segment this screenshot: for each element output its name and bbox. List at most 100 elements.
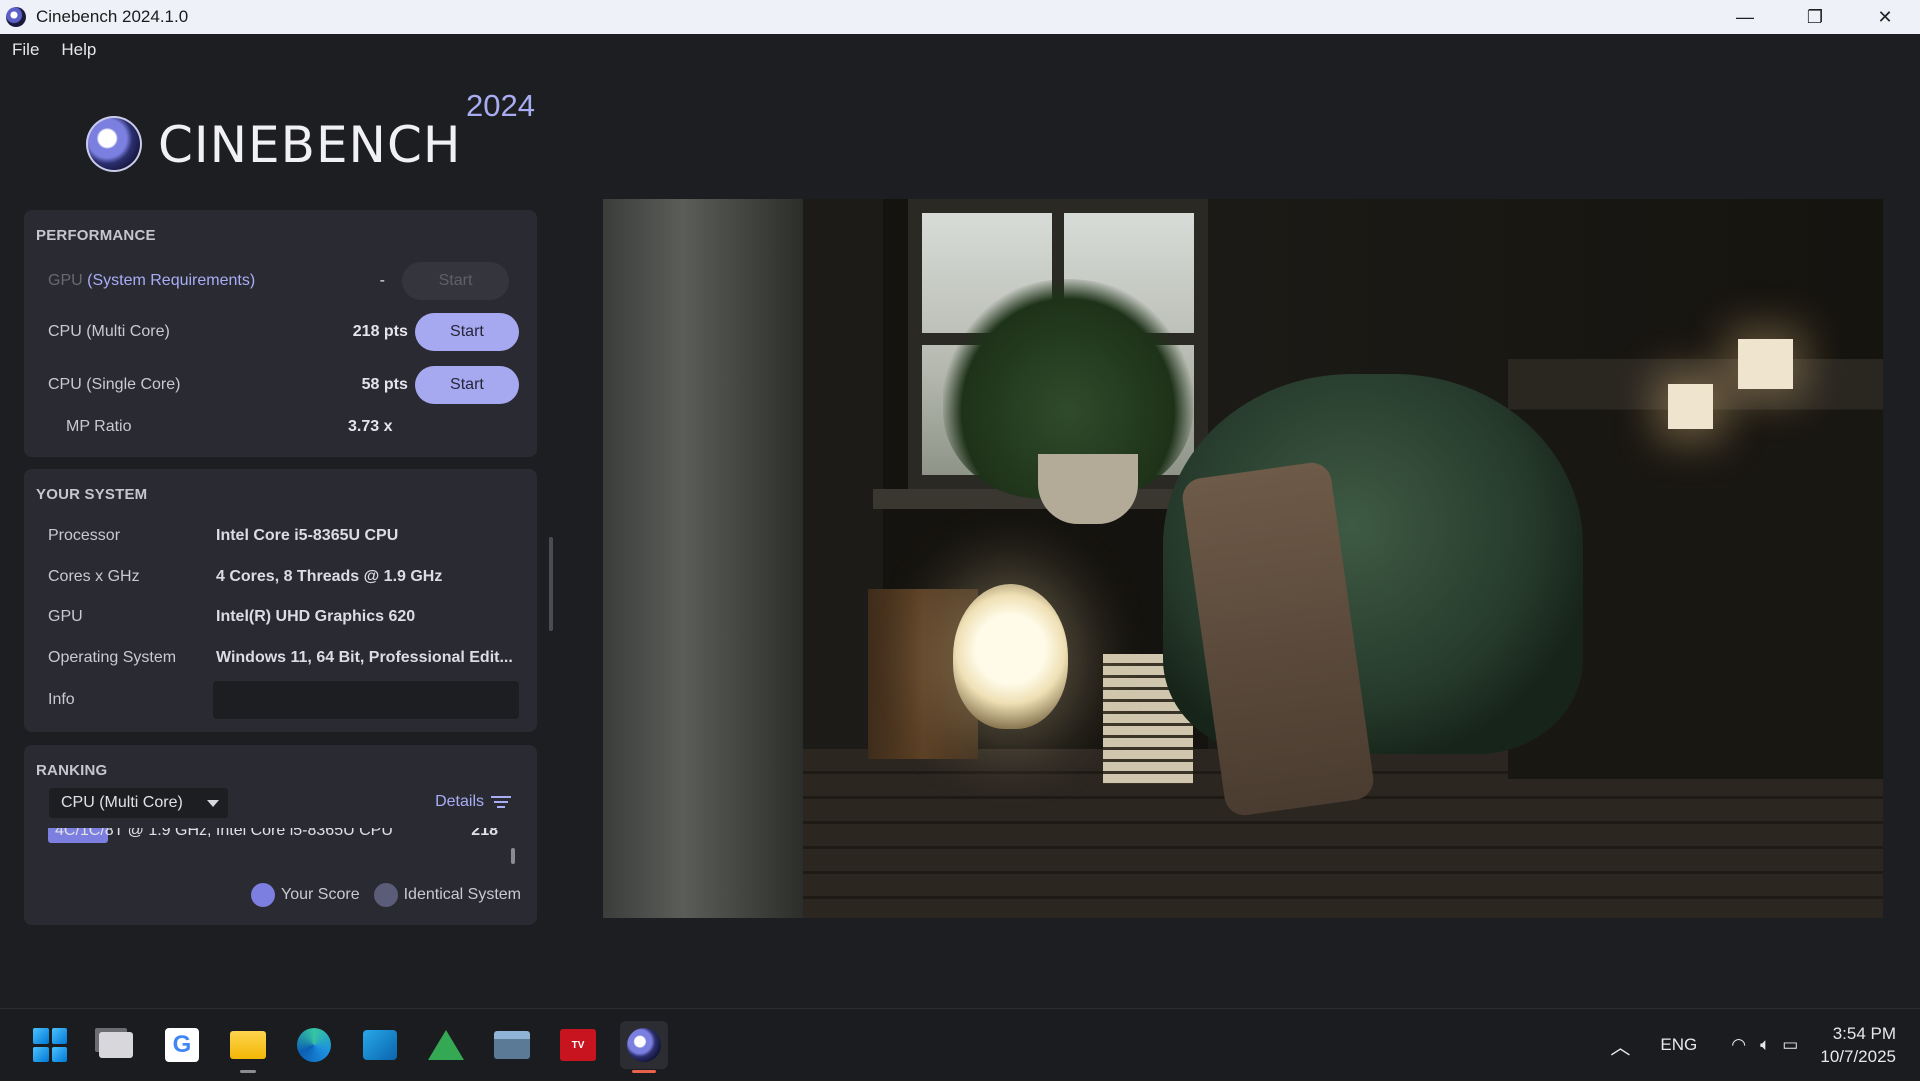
cpu-multi-score: 218 pts bbox=[352, 323, 408, 340]
legend-label: Identical System bbox=[403, 886, 521, 903]
google-icon: G bbox=[165, 1028, 199, 1062]
chevron-down-icon bbox=[207, 800, 219, 807]
ranking-heading: RANKING bbox=[36, 762, 108, 779]
system-row-cores: Cores x GHz 4 Cores, 8 Threads @ 1.9 GHz bbox=[48, 560, 519, 594]
mp-ratio-value: 3.73 x bbox=[348, 418, 393, 435]
entry-prefix: 4C/ bbox=[55, 828, 80, 839]
google-drive-icon bbox=[428, 1030, 464, 1060]
wifi-icon[interactable]: ◠ bbox=[1731, 1035, 1746, 1055]
system-key: Cores x GHz bbox=[48, 568, 140, 585]
keyboard-app-button[interactable] bbox=[488, 1021, 536, 1069]
google-drive-button[interactable] bbox=[422, 1021, 470, 1069]
battery-icon[interactable]: ▭ bbox=[1782, 1035, 1798, 1055]
your-system-heading: YOUR SYSTEM bbox=[36, 486, 148, 503]
logo-year: 2024 bbox=[466, 88, 535, 123]
language-indicator[interactable]: ENG bbox=[1660, 1035, 1697, 1055]
window-controls: — ❐ ✕ bbox=[1710, 0, 1920, 34]
filter-icon bbox=[491, 795, 511, 809]
system-tray: ︿ ENG ◠ 🔈︎ ▭ 3:54 PM 10/7/2025 bbox=[1586, 1009, 1896, 1081]
clock-time: 3:54 PM bbox=[1832, 1024, 1896, 1043]
menu-file[interactable]: File bbox=[12, 40, 39, 60]
your-system-panel: YOUR SYSTEM Processor Intel Core i5-8365… bbox=[24, 469, 537, 732]
cinebench-app-icon bbox=[6, 7, 26, 27]
system-row-gpu: GPU Intel(R) UHD Graphics 620 bbox=[48, 600, 519, 634]
menu-help[interactable]: Help bbox=[61, 40, 96, 60]
task-view-button[interactable] bbox=[92, 1021, 140, 1069]
system-key: Operating System bbox=[48, 649, 177, 666]
entry-text: 1C/8T @ 1.9 GHz, Intel Core i5-8365U CPU bbox=[79, 828, 393, 839]
cpu-single-score: 58 pts bbox=[361, 376, 408, 393]
cpu-single-row: CPU (Single Core) 58 pts Start bbox=[48, 365, 519, 405]
system-row-os: Operating System Windows 11, 64 Bit, Pro… bbox=[48, 641, 519, 675]
ranking-scrollbar[interactable] bbox=[511, 848, 515, 864]
system-row-processor: Processor Intel Core i5-8365U CPU bbox=[48, 519, 519, 553]
cinebench-icon bbox=[627, 1028, 661, 1062]
edge-icon bbox=[297, 1028, 331, 1062]
title-bar: Cinebench 2024.1.0 — ❐ ✕ bbox=[0, 0, 1920, 34]
system-value: 4 Cores, 8 Threads @ 1.9 GHz bbox=[216, 568, 443, 585]
cpu-multi-label: CPU (Multi Core) bbox=[48, 323, 170, 340]
system-row-info: Info bbox=[48, 681, 519, 719]
info-input[interactable] bbox=[212, 681, 519, 719]
system-key: Processor bbox=[48, 527, 121, 544]
sidebar-scrollbar[interactable] bbox=[549, 537, 553, 631]
folder-icon bbox=[230, 1031, 266, 1059]
system-value: Intel Core i5-8365U CPU bbox=[216, 527, 399, 544]
details-label: Details bbox=[435, 793, 484, 810]
cpu-single-label: CPU (Single Core) bbox=[48, 376, 181, 393]
ranking-list[interactable]: 4C/1C/8T @ 1.9 GHz, Intel Core i5-8365U … bbox=[48, 828, 518, 850]
close-button[interactable]: ✕ bbox=[1850, 0, 1920, 34]
chevron-up-icon[interactable]: ︿ bbox=[1610, 1031, 1630, 1060]
entry-score: 218 bbox=[471, 828, 498, 839]
identical-system-dot bbox=[373, 883, 398, 907]
list-item[interactable]: 4C/1C/8T @ 1.9 GHz, Intel Core i5-8365U … bbox=[48, 828, 518, 843]
cinebench-logo: CINEBENCH 2024 bbox=[86, 84, 546, 184]
yacine-tv-button[interactable]: TV bbox=[554, 1021, 602, 1069]
gpu-row: GPU (System Requirements) - Start bbox=[48, 261, 519, 301]
file-explorer-button[interactable] bbox=[224, 1021, 272, 1073]
ranking-mode-dropdown[interactable]: CPU (Multi Core) bbox=[49, 788, 228, 818]
gpu-start-button[interactable]: Start bbox=[402, 262, 509, 300]
mp-ratio-label: MP Ratio bbox=[66, 418, 132, 435]
mp-ratio-row: MP Ratio 3.73 x bbox=[48, 407, 519, 447]
clock-date: 10/7/2025 bbox=[1820, 1047, 1896, 1066]
task-view-icon bbox=[99, 1032, 133, 1058]
legend-label: Your Score bbox=[281, 886, 360, 903]
menu-bar: File Help bbox=[0, 34, 1920, 66]
performance-heading: PERFORMANCE bbox=[36, 227, 156, 244]
start-button[interactable] bbox=[26, 1021, 74, 1069]
cpu-multi-start-button[interactable]: Start bbox=[414, 313, 519, 351]
cinebench-logo-sphere bbox=[86, 116, 142, 172]
taskbar: G TV ︿ ENG ◠ 🔈︎ ▭ 3:54 PM 10/7/2025 bbox=[0, 1008, 1920, 1080]
minimize-button[interactable]: — bbox=[1710, 0, 1780, 34]
clock[interactable]: 3:54 PM 10/7/2025 bbox=[1820, 1022, 1896, 1068]
legend-identical-system: Identical System bbox=[373, 883, 521, 907]
system-value: Intel(R) UHD Graphics 620 bbox=[216, 608, 416, 625]
logo-wordmark: CINEBENCH bbox=[158, 116, 462, 174]
yacine-tv-icon: TV bbox=[560, 1029, 596, 1061]
details-button[interactable]: Details bbox=[435, 793, 511, 811]
cinebench-taskbar-button[interactable] bbox=[620, 1021, 668, 1073]
cpu-single-start-button[interactable]: Start bbox=[414, 366, 519, 404]
cpu-multi-row: CPU (Multi Core) 218 pts Start bbox=[48, 312, 519, 352]
ranking-panel: RANKING CPU (Multi Core) Details 4C/1C/8… bbox=[24, 745, 537, 925]
window-title: Cinebench 2024.1.0 bbox=[36, 7, 189, 26]
dropdown-value: CPU (Multi Core) bbox=[61, 794, 183, 811]
performance-panel: PERFORMANCE GPU (System Requirements) - … bbox=[24, 210, 537, 457]
restore-button[interactable]: ❐ bbox=[1780, 0, 1850, 34]
system-requirements-link[interactable]: (System Requirements) bbox=[87, 272, 255, 289]
info-label: Info bbox=[48, 691, 75, 708]
your-score-dot bbox=[251, 883, 276, 907]
render-preview-image bbox=[603, 199, 1883, 918]
google-button[interactable]: G bbox=[158, 1021, 206, 1069]
system-key: GPU bbox=[48, 608, 83, 625]
gpu-score: - bbox=[379, 272, 385, 289]
outlook-button[interactable] bbox=[356, 1021, 404, 1069]
outlook-icon bbox=[363, 1030, 397, 1060]
volume-icon[interactable]: 🔈︎ bbox=[1760, 1035, 1770, 1055]
system-value: Windows 11, 64 Bit, Professional Edit... bbox=[216, 649, 513, 666]
edge-button[interactable] bbox=[290, 1021, 338, 1069]
gpu-label: GPU bbox=[48, 272, 83, 289]
windows-icon bbox=[33, 1028, 67, 1062]
ranking-legend: Your Score Identical System bbox=[237, 883, 521, 907]
